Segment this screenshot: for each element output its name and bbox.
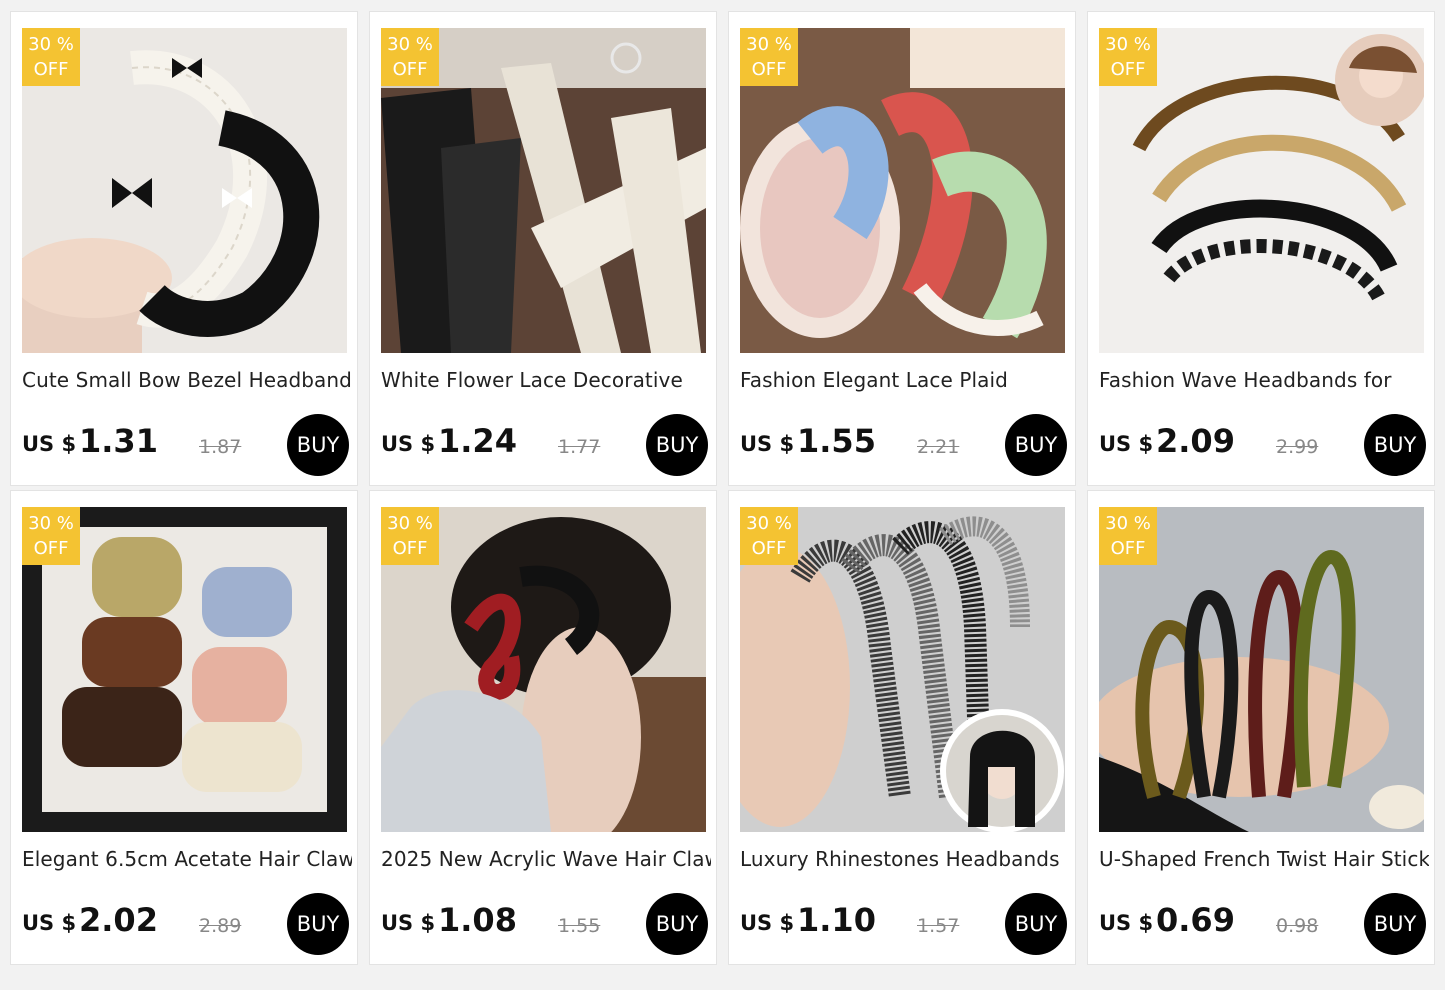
discount-badge: 30 % OFF <box>381 507 439 565</box>
buy-button[interactable]: BUY <box>1364 893 1426 955</box>
product-title[interactable]: Fashion Wave Headbands for <box>1099 368 1429 392</box>
price-row: US $ 2.09 2.99 BUY <box>1099 414 1426 476</box>
product-card[interactable]: 30 % OFF 2025 New Acrylic Wave Hair Claw… <box>369 490 717 965</box>
currency-label: US $ <box>1099 911 1154 935</box>
buy-button[interactable]: BUY <box>1364 414 1426 476</box>
sale-price: 1.24 <box>438 422 517 460</box>
product-image[interactable]: 30 % OFF <box>740 28 1065 353</box>
currency-label: US $ <box>1099 432 1154 456</box>
sale-price: 2.09 <box>1156 422 1235 460</box>
product-grid: 30 % OFF Cute Small Bow Bezel Headband U… <box>10 11 1435 965</box>
product-title[interactable]: 2025 New Acrylic Wave Hair Claw <box>381 847 711 871</box>
discount-badge: 30 % OFF <box>381 28 439 86</box>
product-image[interactable]: 30 % OFF <box>1099 28 1424 353</box>
discount-off-label: OFF <box>392 538 428 559</box>
buy-button[interactable]: BUY <box>1005 893 1067 955</box>
discount-off-label: OFF <box>751 59 787 80</box>
discount-percent: 30 % <box>28 34 74 55</box>
original-price: 2.89 <box>199 915 242 937</box>
product-title[interactable]: Fashion Elegant Lace Plaid <box>740 368 1070 392</box>
buy-button[interactable]: BUY <box>646 414 708 476</box>
product-image[interactable]: 30 % OFF <box>22 507 347 832</box>
buy-button[interactable]: BUY <box>287 893 349 955</box>
original-price: 1.77 <box>558 436 601 458</box>
price-row: US $ 1.31 1.87 BUY <box>22 414 349 476</box>
sale-price: 1.10 <box>797 901 876 939</box>
discount-badge: 30 % OFF <box>22 28 80 86</box>
discount-percent: 30 % <box>387 513 433 534</box>
original-price: 2.21 <box>917 436 960 458</box>
product-card[interactable]: 30 % OFF Elegant 6.5cm Acetate Hair Claw… <box>10 490 358 965</box>
product-title[interactable]: Cute Small Bow Bezel Headband <box>22 368 352 392</box>
original-price: 1.57 <box>917 915 960 937</box>
product-card[interactable]: 30 % OFF Cute Small Bow Bezel Headband U… <box>10 11 358 486</box>
product-title[interactable]: U-Shaped French Twist Hair Stick <box>1099 847 1429 871</box>
sale-price: 1.55 <box>797 422 876 460</box>
product-image[interactable]: 30 % OFF <box>22 28 347 353</box>
product-image[interactable]: 30 % OFF <box>381 28 706 353</box>
currency-label: US $ <box>740 432 795 456</box>
currency-label: US $ <box>381 911 436 935</box>
product-image[interactable]: 30 % OFF <box>740 507 1065 832</box>
discount-badge: 30 % OFF <box>22 507 80 565</box>
product-card[interactable]: 30 % OFF White Flower Lace Decorative US… <box>369 11 717 486</box>
sale-price: 1.08 <box>438 901 517 939</box>
currency-label: US $ <box>22 432 77 456</box>
product-image[interactable]: 30 % OFF <box>381 507 706 832</box>
sale-price: 0.69 <box>1156 901 1235 939</box>
discount-badge: 30 % OFF <box>740 507 798 565</box>
product-title[interactable]: Luxury Rhinestones Headbands <box>740 847 1070 871</box>
buy-button[interactable]: BUY <box>646 893 708 955</box>
discount-off-label: OFF <box>1110 538 1146 559</box>
product-title[interactable]: White Flower Lace Decorative <box>381 368 711 392</box>
currency-label: US $ <box>381 432 436 456</box>
currency-label: US $ <box>22 911 77 935</box>
discount-percent: 30 % <box>746 34 792 55</box>
discount-percent: 30 % <box>1105 34 1151 55</box>
discount-percent: 30 % <box>28 513 74 534</box>
original-price: 2.99 <box>1276 436 1319 458</box>
original-price: 1.55 <box>558 915 601 937</box>
discount-percent: 30 % <box>746 513 792 534</box>
currency-label: US $ <box>740 911 795 935</box>
product-title[interactable]: Elegant 6.5cm Acetate Hair Claw <box>22 847 352 871</box>
product-card[interactable]: 30 % OFF Fashion Wave Headbands for US $… <box>1087 11 1435 486</box>
discount-off-label: OFF <box>33 538 69 559</box>
product-card[interactable]: 30 % OFF Fashion Elegant Lace Plaid US $… <box>728 11 1076 486</box>
discount-percent: 30 % <box>1105 513 1151 534</box>
discount-off-label: OFF <box>33 59 69 80</box>
discount-percent: 30 % <box>387 34 433 55</box>
discount-off-label: OFF <box>751 538 787 559</box>
sale-price: 1.31 <box>79 422 158 460</box>
product-card[interactable]: 30 % OFF Luxury Rhinestones Headbands US… <box>728 490 1076 965</box>
price-row: US $ 1.10 1.57 BUY <box>740 893 1067 955</box>
discount-badge: 30 % OFF <box>1099 28 1157 86</box>
price-row: US $ 1.24 1.77 BUY <box>381 414 708 476</box>
product-card[interactable]: 30 % OFF U-Shaped French Twist Hair Stic… <box>1087 490 1435 965</box>
price-row: US $ 1.08 1.55 BUY <box>381 893 708 955</box>
product-image[interactable]: 30 % OFF <box>1099 507 1424 832</box>
price-row: US $ 1.55 2.21 BUY <box>740 414 1067 476</box>
discount-badge: 30 % OFF <box>1099 507 1157 565</box>
original-price: 0.98 <box>1276 915 1319 937</box>
original-price: 1.87 <box>199 436 242 458</box>
buy-button[interactable]: BUY <box>1005 414 1067 476</box>
price-row: US $ 2.02 2.89 BUY <box>22 893 349 955</box>
buy-button[interactable]: BUY <box>287 414 349 476</box>
price-row: US $ 0.69 0.98 BUY <box>1099 893 1426 955</box>
discount-badge: 30 % OFF <box>740 28 798 86</box>
sale-price: 2.02 <box>79 901 158 939</box>
discount-off-label: OFF <box>392 59 428 80</box>
discount-off-label: OFF <box>1110 59 1146 80</box>
